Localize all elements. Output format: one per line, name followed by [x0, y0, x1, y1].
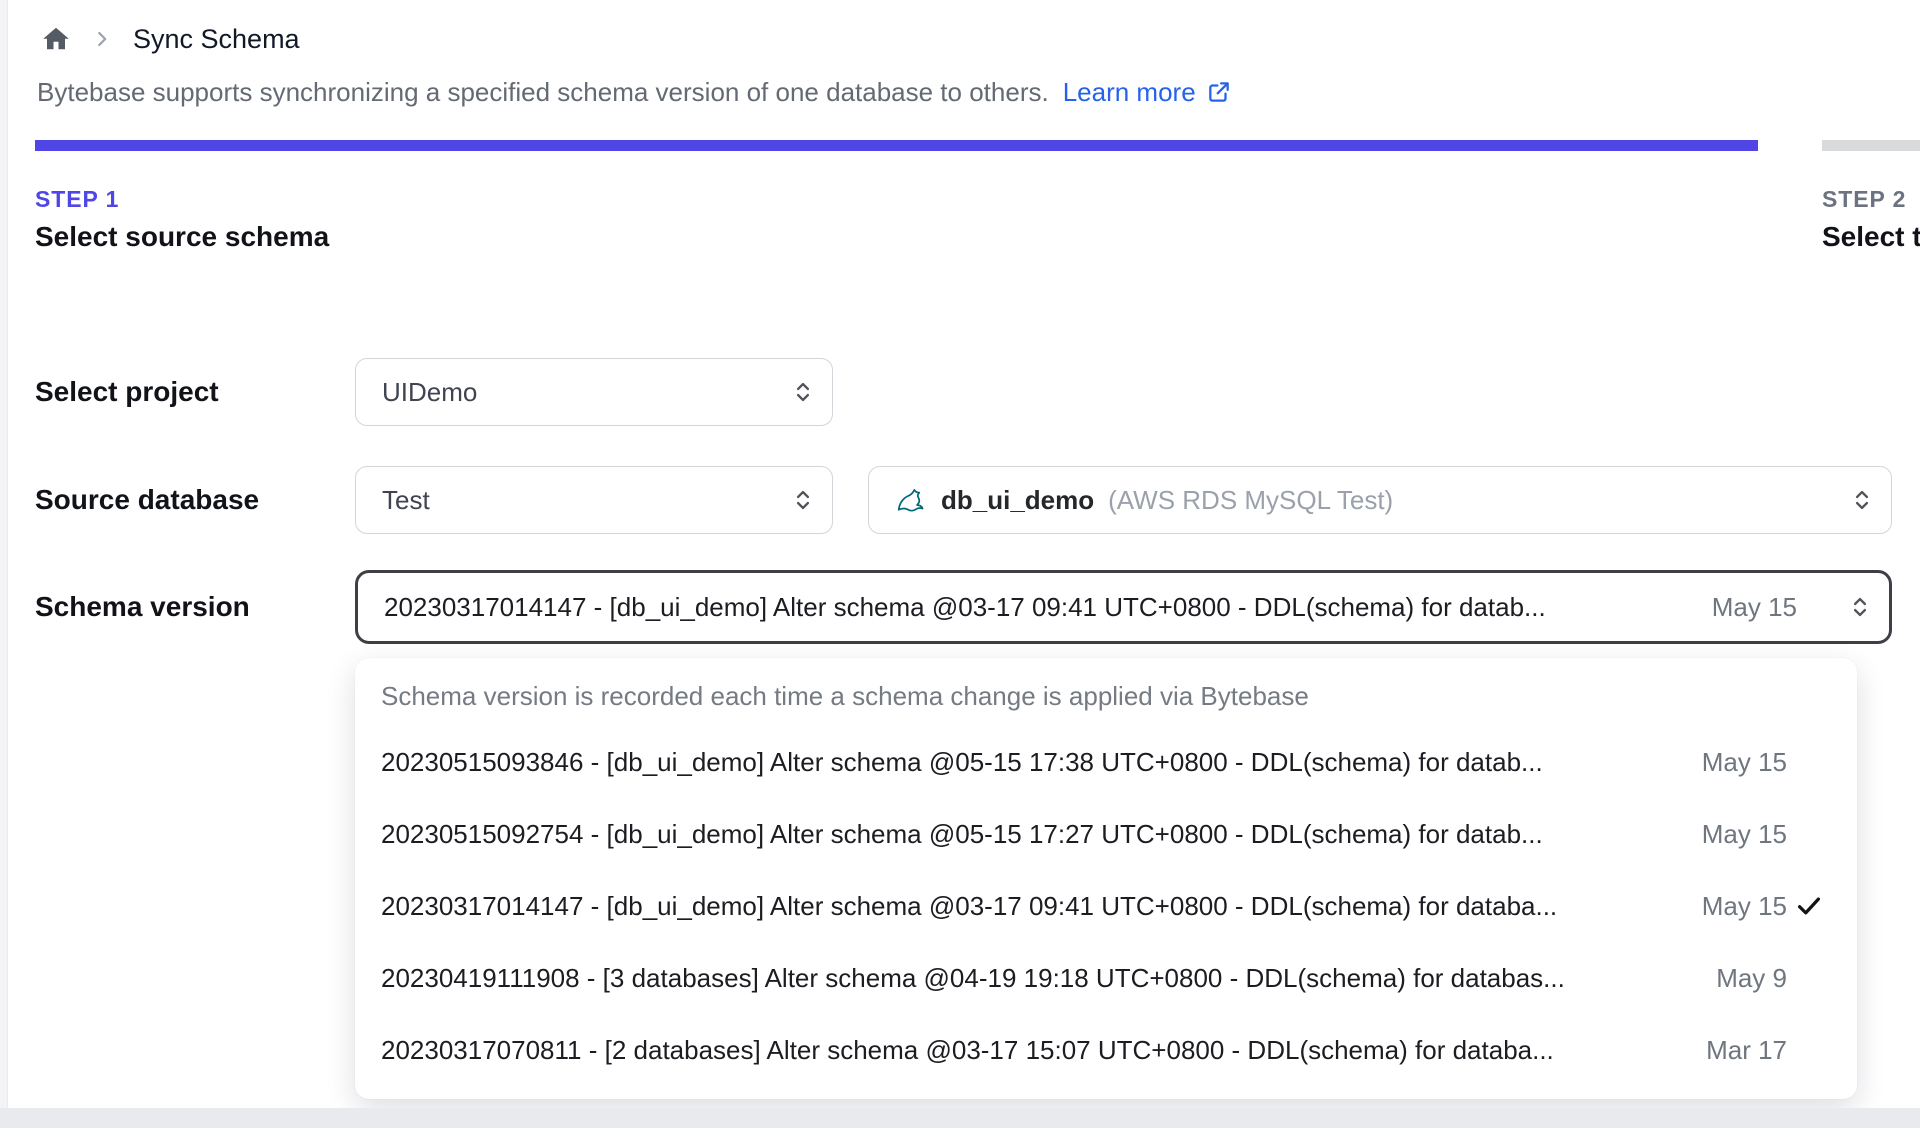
updown-chevron-icon — [790, 379, 816, 405]
option-date: May 15 — [1701, 818, 1787, 849]
intro-text: Bytebase supports synchronizing a specif… — [37, 74, 1232, 110]
database-select-detail: (AWS RDS MySQL Test) — [1108, 484, 1394, 515]
breadcrumb: Sync Schema — [41, 18, 300, 60]
check-icon — [1787, 891, 1831, 921]
schema-version-select[interactable]: 20230317014147 - [db_ui_demo] Alter sche… — [355, 570, 1892, 644]
schema-version-select-date: May 15 — [1711, 591, 1797, 622]
step1-title: Select source schema — [35, 221, 330, 252]
mysql-dolphin-icon — [895, 484, 927, 516]
option-text: 20230317070811 - [2 databases] Alter sch… — [381, 1034, 1554, 1065]
schema-version-label: Schema version — [35, 591, 250, 622]
option-date: May 9 — [1716, 962, 1787, 993]
environment-select-value: Test — [382, 484, 430, 515]
schema-version-option[interactable]: 20230317070811 - [2 databases] Alter sch… — [381, 1014, 1831, 1086]
schema-version-select-value: 20230317014147 - [db_ui_demo] Alter sche… — [384, 591, 1546, 622]
updown-chevron-icon — [1849, 487, 1875, 513]
bottom-edge-strip — [0, 1108, 1920, 1128]
project-select[interactable]: UIDemo — [355, 358, 833, 426]
page-title: Sync Schema — [133, 23, 300, 54]
environment-select[interactable]: Test — [355, 466, 833, 534]
step2-header: STEP 2 Select t — [1822, 184, 1920, 256]
project-select-value: UIDemo — [382, 376, 478, 407]
step1-progress-bar — [35, 140, 1758, 151]
step1-header: STEP 1 Select source schema — [35, 184, 329, 256]
intro-description: Bytebase supports synchronizing a specif… — [37, 77, 1049, 107]
dropdown-hint: Schema version is recorded each time a s… — [381, 681, 1309, 711]
option-text: 20230515092754 - [db_ui_demo] Alter sche… — [381, 818, 1543, 849]
option-date: Mar 17 — [1706, 1034, 1787, 1065]
select-project-label: Select project — [35, 376, 219, 407]
database-select[interactable]: db_ui_demo (AWS RDS MySQL Test) — [868, 466, 1892, 534]
external-link-icon — [1206, 79, 1232, 105]
left-edge-divider — [0, 0, 8, 1128]
schema-version-option[interactable]: 20230317014147 - [db_ui_demo] Alter sche… — [381, 870, 1831, 942]
learn-more-label: Learn more — [1062, 77, 1196, 107]
schema-version-option[interactable]: 20230515093846 - [db_ui_demo] Alter sche… — [381, 726, 1831, 798]
step2-title: Select t — [1822, 221, 1920, 252]
check-icon — [1787, 963, 1831, 993]
schema-version-option[interactable]: 20230515092754 - [db_ui_demo] Alter sche… — [381, 798, 1831, 870]
option-date: May 15 — [1701, 890, 1787, 921]
option-text: 20230317014147 - [db_ui_demo] Alter sche… — [381, 890, 1558, 921]
schema-version-option[interactable]: 20230419111908 - [3 databases] Alter sch… — [381, 942, 1831, 1014]
chevron-right-icon — [91, 28, 113, 50]
check-icon — [1787, 819, 1831, 849]
database-select-value: db_ui_demo — [941, 484, 1095, 515]
updown-chevron-icon — [1847, 594, 1873, 620]
source-database-label: Source database — [35, 484, 260, 515]
option-date: May 15 — [1701, 746, 1787, 777]
option-text: 20230419111908 - [3 databases] Alter sch… — [381, 962, 1565, 993]
step2-progress-bar — [1822, 140, 1920, 151]
step1-label: STEP 1 — [35, 186, 120, 212]
learn-more-link[interactable]: Learn more — [1063, 74, 1232, 110]
check-icon — [1787, 747, 1831, 777]
option-text: 20230515093846 - [db_ui_demo] Alter sche… — [381, 746, 1543, 777]
updown-chevron-icon — [790, 487, 816, 513]
sync-schema-page: Sync Schema Bytebase supports synchroniz… — [0, 0, 1920, 1128]
step2-label: STEP 2 — [1822, 186, 1907, 212]
schema-version-dropdown: Schema version is recorded each time a s… — [355, 658, 1857, 1099]
schema-version-options: 20230515093846 - [db_ui_demo] Alter sche… — [381, 726, 1831, 1086]
check-icon — [1787, 1035, 1831, 1065]
home-icon[interactable] — [41, 24, 71, 54]
